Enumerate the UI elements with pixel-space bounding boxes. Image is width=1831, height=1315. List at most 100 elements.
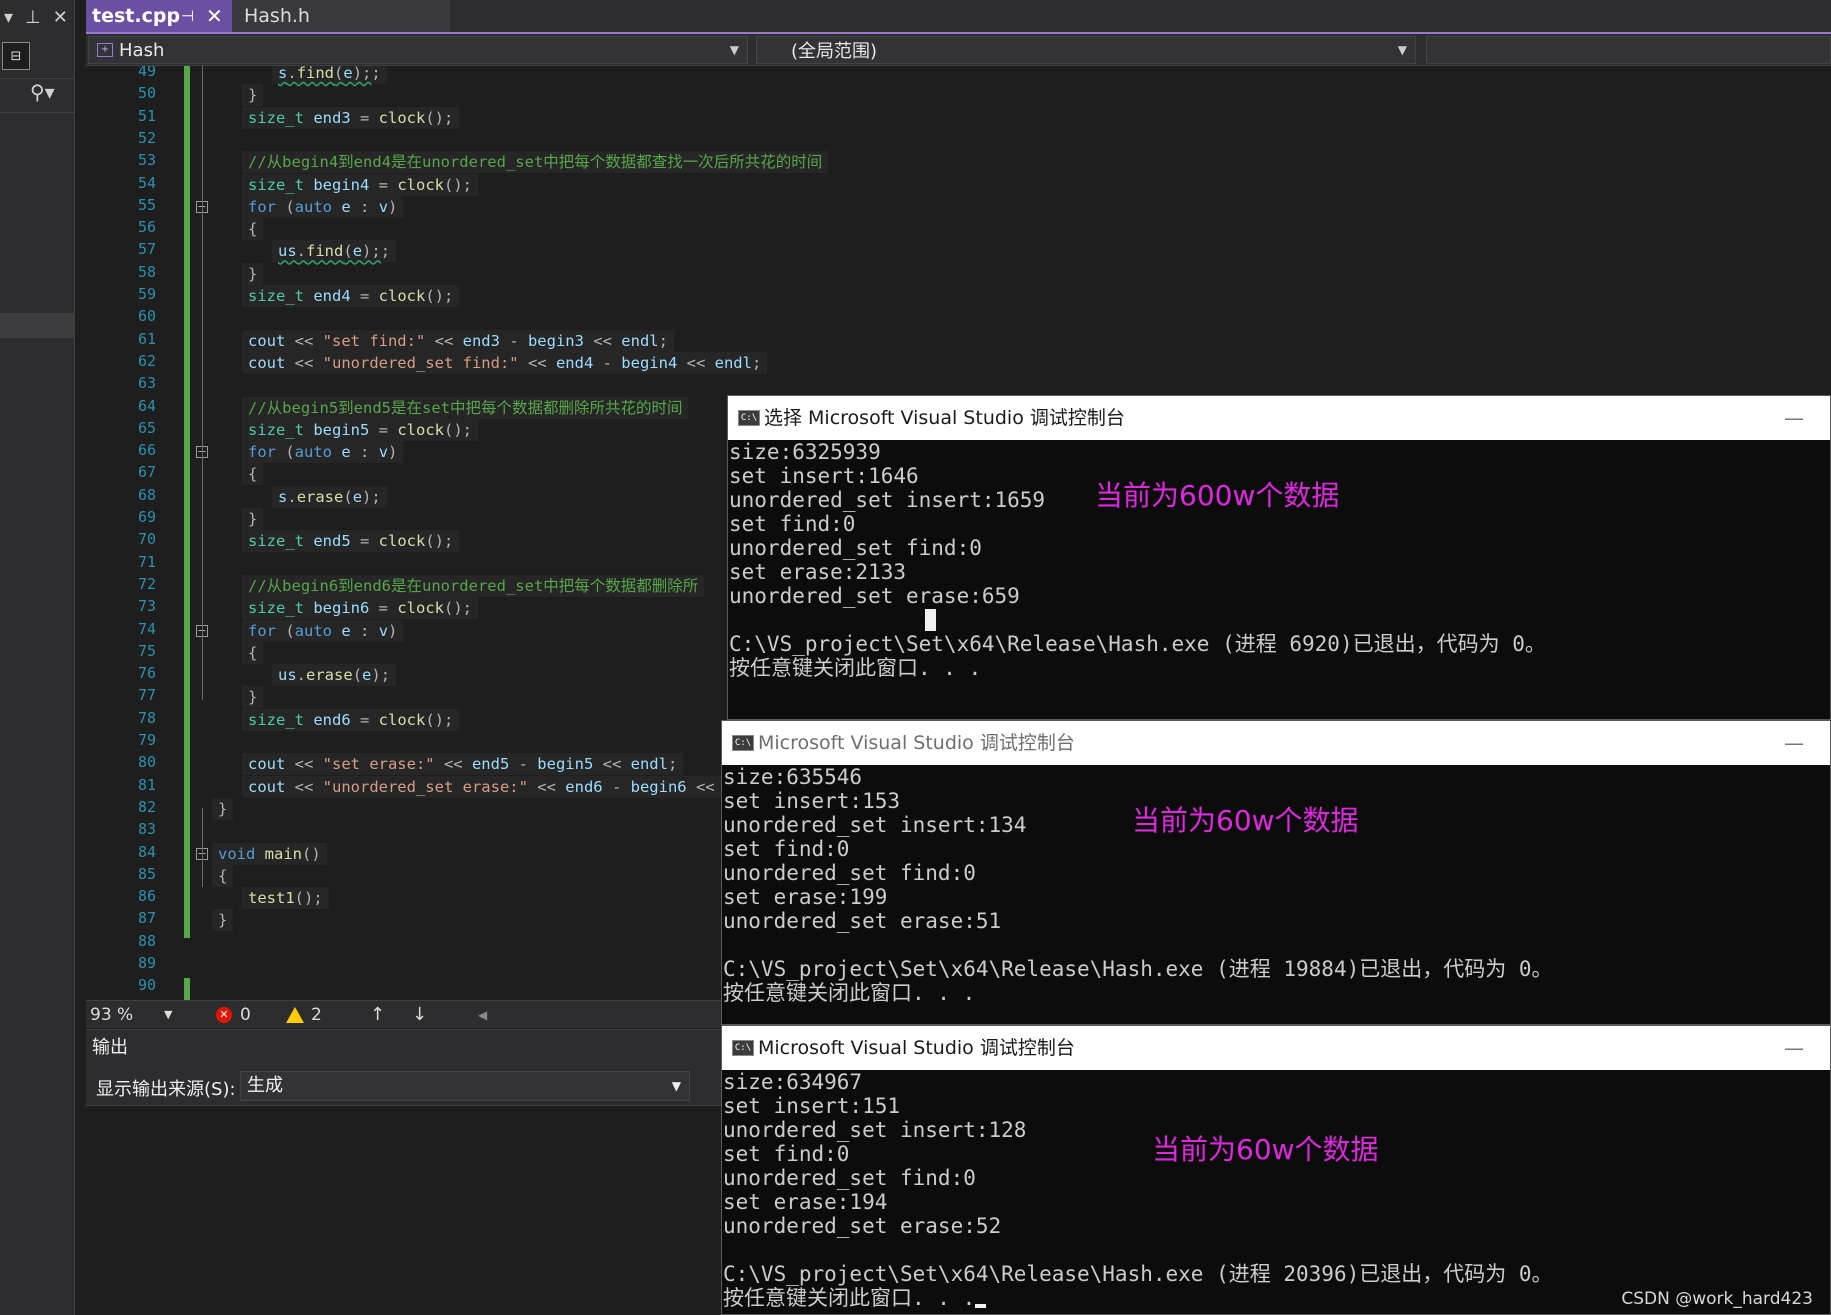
chevron-down-icon: ▼ xyxy=(729,43,739,57)
debug-console-window[interactable]: C:\ Microsoft Visual Studio 调试控制台 — size… xyxy=(721,1025,1831,1315)
selected-item-highlight[interactable] xyxy=(0,313,75,338)
line-number: 73 xyxy=(137,597,156,616)
code-line[interactable]: s.find(e);; xyxy=(272,66,387,84)
debug-console-window[interactable]: C:\ Microsoft Visual Studio 调试控制台 — size… xyxy=(721,720,1831,1025)
code-line[interactable]: } xyxy=(242,508,264,530)
code-line[interactable]: //从begin6到end6是在unordered_set中把每个数据都删除所 xyxy=(242,574,705,597)
console-line: unordered_set erase:659 xyxy=(729,584,1020,608)
code-line[interactable]: { xyxy=(242,641,264,664)
code-line[interactable]: size_t end3 = clock(); xyxy=(242,106,460,129)
line-number: 52 xyxy=(137,128,156,147)
code-line[interactable]: size_t end5 = clock(); xyxy=(242,530,460,553)
code-line[interactable]: for (auto e : v) xyxy=(242,441,404,464)
navigation-bar: + Hash ▼ (全局范围) ▼ xyxy=(86,34,1831,66)
code-line[interactable]: size_t begin5 = clock(); xyxy=(242,418,479,441)
minimize-icon[interactable]: — xyxy=(1784,721,1804,765)
output-panel: 输出 显示输出来源(S): 生成 ▼ xyxy=(86,1029,726,1315)
zoom-level[interactable]: 93 % xyxy=(90,1005,133,1025)
console-title-bar[interactable]: C:\ 选择 Microsoft Visual Studio 调试控制台 — xyxy=(728,396,1830,440)
search-icon[interactable]: ⚲▾ xyxy=(30,80,55,104)
line-number: 68 xyxy=(137,485,156,504)
code-line[interactable]: test1(); xyxy=(242,887,329,910)
console-app-icon: C:\ xyxy=(732,1040,754,1056)
line-number: 67 xyxy=(137,463,156,482)
chevron-down-icon: ▼ xyxy=(1397,43,1407,57)
close-icon[interactable]: ✕ xyxy=(53,7,68,28)
line-number: 49 xyxy=(137,66,156,80)
console-line: set erase:194 xyxy=(723,1190,888,1214)
minimize-icon[interactable]: — xyxy=(1784,1026,1804,1070)
minimize-icon[interactable]: — xyxy=(1784,396,1804,440)
line-number: 88 xyxy=(137,931,156,950)
code-line[interactable]: } xyxy=(242,686,264,709)
code-line[interactable]: cout << "set erase:" << end5 - begin5 <<… xyxy=(242,753,684,776)
toolbox-icon[interactable]: ⊟ xyxy=(2,42,30,70)
code-line[interactable]: size_t end4 = clock(); xyxy=(242,285,460,307)
function-dropdown[interactable] xyxy=(1426,36,1831,64)
code-line[interactable]: us.erase(e); xyxy=(272,664,397,687)
console-app-icon: C:\ xyxy=(732,735,754,751)
close-icon[interactable]: ✕ xyxy=(206,4,223,28)
output-source-select[interactable]: 生成 ▼ xyxy=(240,1071,690,1101)
line-number: 77 xyxy=(137,686,156,705)
class-icon: + xyxy=(97,43,113,57)
code-line[interactable]: us.find(e);; xyxy=(272,240,397,263)
code-line[interactable]: { xyxy=(242,218,264,241)
line-number: 57 xyxy=(137,240,156,259)
code-line[interactable]: for (auto e : v) xyxy=(242,619,404,642)
debug-console-window[interactable]: C:\ 选择 Microsoft Visual Studio 调试控制台 — s… xyxy=(727,395,1831,720)
line-number: 63 xyxy=(137,374,156,393)
console-title-bar[interactable]: C:\ Microsoft Visual Studio 调试控制台 — xyxy=(722,1026,1830,1070)
tab-label: test.cpp xyxy=(92,5,181,27)
code-line[interactable]: cout << "unordered_set find:" << end4 - … xyxy=(242,351,768,374)
error-icon[interactable]: ✕ xyxy=(216,1006,232,1023)
code-line[interactable]: } xyxy=(212,797,234,820)
console-line: set erase:2133 xyxy=(729,560,907,584)
line-number: 56 xyxy=(137,218,156,237)
warning-icon[interactable] xyxy=(286,1006,304,1023)
warning-count[interactable]: 2 xyxy=(311,1005,322,1025)
pin-icon[interactable]: ⊣ xyxy=(181,7,194,25)
error-count[interactable]: 0 xyxy=(240,1005,251,1025)
member-scope-dropdown[interactable]: (全局范围) ▼ xyxy=(756,36,1416,64)
scroll-left-icon[interactable]: ◀ xyxy=(478,1008,487,1022)
fold-guide xyxy=(202,807,203,888)
code-line[interactable]: } xyxy=(212,909,234,932)
code-line[interactable]: void main() xyxy=(212,842,327,865)
console-output[interactable]: size:634967 set insert:151 unordered_set i… xyxy=(722,1070,1830,1310)
code-line[interactable]: size_t begin4 = clock(); xyxy=(242,173,479,196)
code-line[interactable]: { xyxy=(242,463,264,486)
tab-hash-h[interactable]: Hash.h xyxy=(232,0,450,32)
code-line[interactable]: cout << "unordered_set erase:" << end6 -… xyxy=(242,775,740,798)
line-number: 70 xyxy=(137,530,156,549)
code-line[interactable]: for (auto e : v) xyxy=(242,195,404,218)
code-line[interactable]: } xyxy=(242,262,264,285)
pin-icon[interactable]: ⊥ xyxy=(25,7,41,28)
code-line[interactable]: size_t end6 = clock(); xyxy=(242,708,460,731)
code-line[interactable]: //从begin5到end5是在set中把每个数据都删除所共花的时间 xyxy=(242,396,689,419)
line-number: 75 xyxy=(137,641,156,660)
console-title-bar[interactable]: C:\ Microsoft Visual Studio 调试控制台 — xyxy=(722,721,1830,765)
code-line[interactable]: size_t begin6 = clock(); xyxy=(242,597,479,620)
code-line[interactable]: { xyxy=(212,864,234,887)
chevron-down-icon[interactable]: ▼ xyxy=(164,1008,172,1021)
previous-issue-icon[interactable]: ↑ xyxy=(370,1004,385,1025)
code-line[interactable]: s.erase(e); xyxy=(272,485,387,508)
class-scope-value: Hash xyxy=(119,39,165,61)
line-number: 82 xyxy=(137,797,156,816)
change-tracking-bar xyxy=(184,66,190,938)
document-tab-bar: test.cpp ⊣ ✕ Hash.h xyxy=(86,0,1831,34)
code-line[interactable]: cout << "set find:" << end3 - begin3 << … xyxy=(242,329,674,352)
line-number: 64 xyxy=(137,396,156,415)
panel-controls[interactable]: ▾ ⊥ ✕ xyxy=(0,2,75,32)
code-line[interactable]: } xyxy=(242,84,264,107)
class-scope-dropdown[interactable]: + Hash ▼ xyxy=(88,36,748,64)
dropdown-icon[interactable]: ▾ xyxy=(4,7,13,28)
next-issue-icon[interactable]: ↓ xyxy=(412,1004,427,1025)
tab-test-cpp[interactable]: test.cpp ⊣ ✕ xyxy=(86,0,232,32)
line-number: 59 xyxy=(137,285,156,303)
console-line: unordered_set find:0 xyxy=(723,861,976,885)
code-line[interactable]: //从begin4到end4是在unordered_set中把每个数据都查找一次… xyxy=(242,151,829,174)
